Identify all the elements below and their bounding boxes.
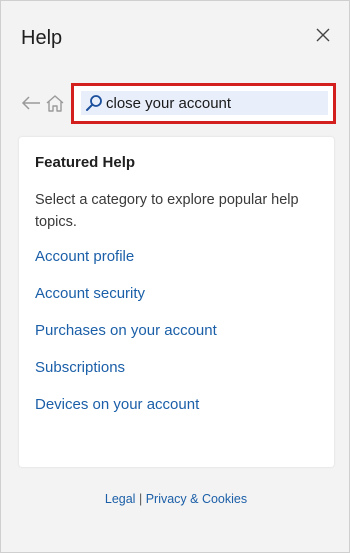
legal-link[interactable]: Legal [105, 492, 136, 506]
featured-help-card: Featured Help Select a category to explo… [19, 137, 334, 467]
link-subscriptions[interactable]: Subscriptions [35, 359, 125, 376]
help-panel: Help Featured Help Select a category to … [0, 0, 350, 553]
home-icon [46, 95, 64, 112]
close-button[interactable] [311, 23, 335, 47]
search-icon [86, 95, 102, 111]
search-field[interactable] [81, 91, 328, 115]
search-input[interactable] [106, 91, 326, 115]
privacy-cookies-link[interactable]: Privacy & Cookies [146, 492, 247, 506]
footer: Legal | Privacy & Cookies [1, 492, 350, 506]
home-button[interactable] [44, 92, 66, 114]
featured-help-description: Select a category to explore popular hel… [35, 192, 299, 230]
link-devices[interactable]: Devices on your account [35, 396, 199, 413]
back-button[interactable] [20, 92, 42, 114]
featured-help-title: Featured Help [35, 154, 136, 171]
link-account-security[interactable]: Account security [35, 285, 145, 302]
search-highlight-frame [71, 83, 336, 124]
footer-separator: | [138, 492, 143, 506]
link-purchases[interactable]: Purchases on your account [35, 322, 217, 339]
panel-title: Help [21, 27, 63, 49]
back-arrow-icon [21, 96, 40, 110]
link-account-profile[interactable]: Account profile [35, 248, 134, 265]
close-icon [316, 28, 330, 42]
